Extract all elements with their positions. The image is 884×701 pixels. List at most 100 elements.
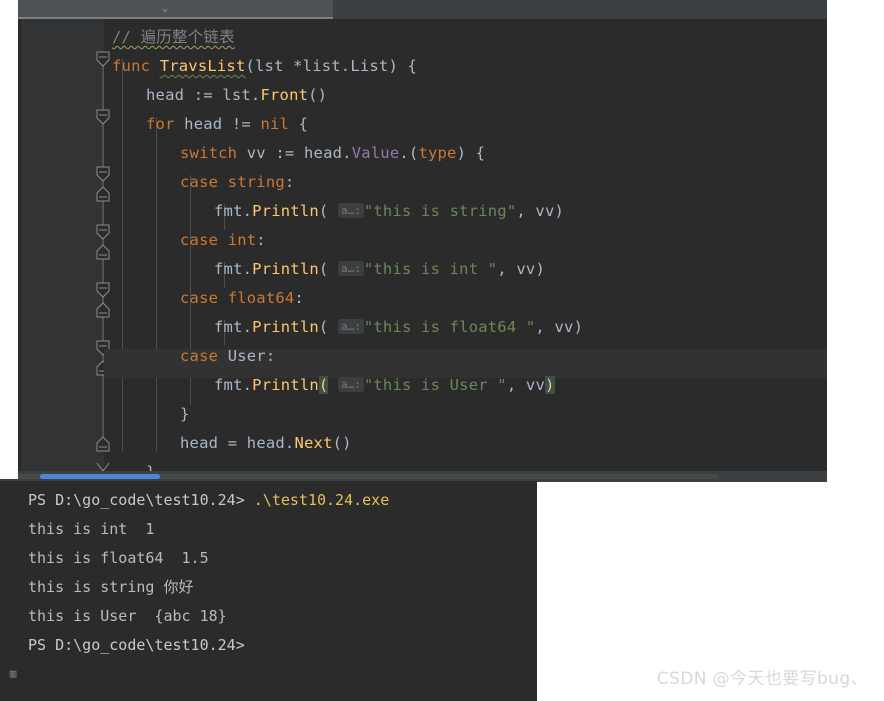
code-line[interactable]: func TravsList(lst *list.List) { <box>112 52 417 81</box>
code-token-string: "this is string" <box>363 202 517 220</box>
matching-bracket-highlight: ) <box>544 376 555 394</box>
code-line[interactable]: case int: <box>180 226 266 255</box>
chevron-down-icon[interactable]: ⌄ <box>162 2 168 16</box>
code-token-dot: . <box>242 260 253 278</box>
code-token-paren: ) <box>554 202 565 220</box>
terminal-panel[interactable]: PS D:\go_code\test10.24> .\test10.24.exe… <box>0 479 537 701</box>
code-line[interactable]: fmt.Println( a…: "this is string", vv) <box>214 197 564 226</box>
code-token-method: Println <box>252 260 319 278</box>
code-token-string: "this is float64 " <box>363 318 536 336</box>
code-token-keyword: switch <box>180 144 238 162</box>
gutter-divider <box>18 19 21 471</box>
code-token-operator: := <box>193 86 213 104</box>
terminal-tool-icon[interactable]: ▥ <box>6 666 20 682</box>
inlay-parameter-hint[interactable]: a…: <box>337 319 364 334</box>
code-line[interactable]: for head != nil { <box>146 110 308 139</box>
code-line[interactable]: case string: <box>180 168 294 197</box>
terminal-prompt: PS D:\go_code\test10.24> <box>28 491 245 509</box>
code-token-method: Println <box>252 318 319 336</box>
code-token-paren: ) <box>573 318 584 336</box>
code-token-package: fmt <box>214 376 243 394</box>
code-token-keyword: case <box>180 347 219 365</box>
code-token-method: Println <box>252 376 319 394</box>
inlay-parameter-hint[interactable]: a…: <box>337 203 364 218</box>
code-line[interactable]: fmt.Println( a…: "this is int ", vv) <box>214 255 545 284</box>
code-editor[interactable]: // 遍历整个链表 func TravsList(lst *list.List)… <box>18 19 827 471</box>
code-token-string: "this is int " <box>363 260 498 278</box>
code-line[interactable]: switch vv := head.Value.(type) { <box>180 139 485 168</box>
code-token-paren: ) <box>535 260 545 278</box>
code-token-dot: . <box>242 202 253 220</box>
code-token-field: Value <box>351 144 400 162</box>
code-line[interactable]: case float64: <box>180 284 304 313</box>
terminal-line: this is string 你好 <box>28 578 194 596</box>
code-token-package: fmt <box>214 318 243 336</box>
terminal-command: .\test10.24.exe <box>244 491 390 509</box>
code-token-dot: . <box>342 144 352 162</box>
code-token-parens: () <box>308 86 328 104</box>
editor-tab-strip[interactable]: ⌄ <box>18 0 827 19</box>
matching-bracket-highlight: ( <box>318 376 329 394</box>
code-token-brace: } <box>180 405 190 423</box>
terminal-line: this is User {abc 18} <box>28 607 227 625</box>
code-token-keyword: for <box>146 115 175 133</box>
code-token-comment: // 遍历整个链表 <box>112 28 235 46</box>
code-token-function-name: TravsList <box>159 57 246 75</box>
code-token-identifier: lst <box>222 86 251 104</box>
code-token-string: "this is User " <box>363 376 507 394</box>
code-token-package: fmt <box>214 260 243 278</box>
code-token-brace: { <box>475 144 486 162</box>
code-token-type: int <box>227 231 257 249</box>
code-token-operator: != <box>231 115 251 133</box>
code-token-dot: . <box>242 376 253 394</box>
code-token-identifier: vv <box>246 144 266 162</box>
code-token-type: string <box>227 173 285 191</box>
code-token-keyword: nil <box>260 115 290 133</box>
code-content[interactable]: // 遍历整个链表 func TravsList(lst *list.List)… <box>104 19 827 471</box>
code-token-method: Println <box>252 202 319 220</box>
code-token-method: Front <box>260 86 309 104</box>
code-token-keyword: type <box>418 144 457 162</box>
csdn-watermark: CSDN @今天也要写bug、 <box>656 669 868 689</box>
ide-window: ⌄ // 遍历整个链表 func TravsList(lst *list.Lis… <box>18 0 827 482</box>
code-line[interactable]: fmt.Println( a…: "this is float64 ", vv) <box>214 313 583 342</box>
screenshot-root: ⌄ // 遍历整个链表 func TravsList(lst *list.Lis… <box>0 0 884 701</box>
code-token-parens: () <box>332 434 352 452</box>
terminal-line: this is int 1 <box>28 520 155 538</box>
inlay-parameter-hint[interactable]: a…: <box>337 261 364 276</box>
code-token-arg: , vv <box>516 202 555 220</box>
code-line[interactable]: head = head.Next() <box>180 429 352 458</box>
code-token-brace: } <box>146 463 156 471</box>
code-token-signature: (lst *list.List) { <box>245 57 418 75</box>
code-line[interactable]: // 遍历整个链表 <box>112 23 235 52</box>
code-token-identifier: head <box>184 115 223 133</box>
code-line[interactable]: } <box>146 458 156 471</box>
code-token-identifier: head <box>246 434 285 452</box>
code-token-identifier: head <box>146 86 185 104</box>
code-line[interactable]: head := lst.Front() <box>146 81 327 110</box>
code-token-arg: , vv <box>506 376 545 394</box>
code-token-identifier: head <box>180 434 219 452</box>
code-line[interactable]: } <box>180 400 190 429</box>
terminal-prompt: PS D:\go_code\test10.24> <box>28 636 245 654</box>
code-token-operator: := <box>275 144 295 162</box>
code-line[interactable]: case User: <box>180 342 275 371</box>
code-token-type: float64 <box>227 289 295 307</box>
terminal-line[interactable]: PS D:\go_code\test10.24> <box>28 633 245 657</box>
code-token-keyword: case <box>180 173 219 191</box>
code-token-keyword: case <box>180 289 219 307</box>
code-token-arg: , vv <box>535 318 574 336</box>
code-token-keyword: func <box>112 57 151 75</box>
code-token-method: Next <box>294 434 333 452</box>
terminal-top-border <box>0 479 537 481</box>
code-token-arg: , vv <box>497 260 536 278</box>
code-token-type: User <box>227 347 266 365</box>
terminal-line: this is float64 1.5 <box>28 549 209 567</box>
code-token-brace: { <box>298 115 309 133</box>
code-token-dot: . <box>242 318 253 336</box>
inlay-parameter-hint[interactable]: a…: <box>337 377 364 392</box>
terminal-line: PS D:\go_code\test10.24> .\test10.24.exe <box>28 488 389 512</box>
code-line[interactable]: fmt.Println( a…: "this is User ", vv) <box>214 371 555 400</box>
code-token-identifier: head <box>304 144 343 162</box>
code-token-operator: = <box>227 434 238 452</box>
